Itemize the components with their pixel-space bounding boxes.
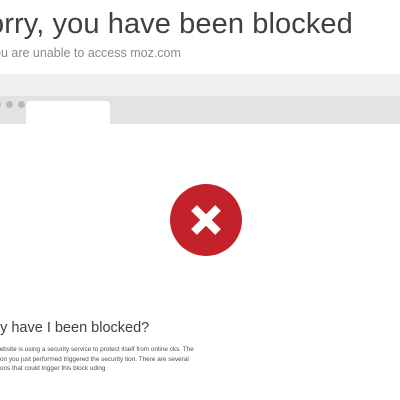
browser-illustration: [0, 74, 400, 124]
page-subtitle: ou are unable to access moz.com: [0, 46, 181, 60]
window-dot-icon: [0, 101, 1, 108]
window-controls: [0, 101, 25, 108]
browser-tab: [26, 101, 110, 124]
why-blocked-heading: hy have I been blocked?: [0, 320, 150, 336]
window-dot-icon: [18, 101, 25, 108]
blocked-page: orry, you have been blocked ou are unabl…: [0, 0, 400, 400]
page-title: orry, you have been blocked: [0, 8, 353, 40]
why-blocked-text: s website is using a security service to…: [0, 346, 194, 373]
window-dot-icon: [6, 101, 13, 108]
close-x-icon: [170, 184, 242, 256]
browser-title-strip: [0, 74, 400, 96]
